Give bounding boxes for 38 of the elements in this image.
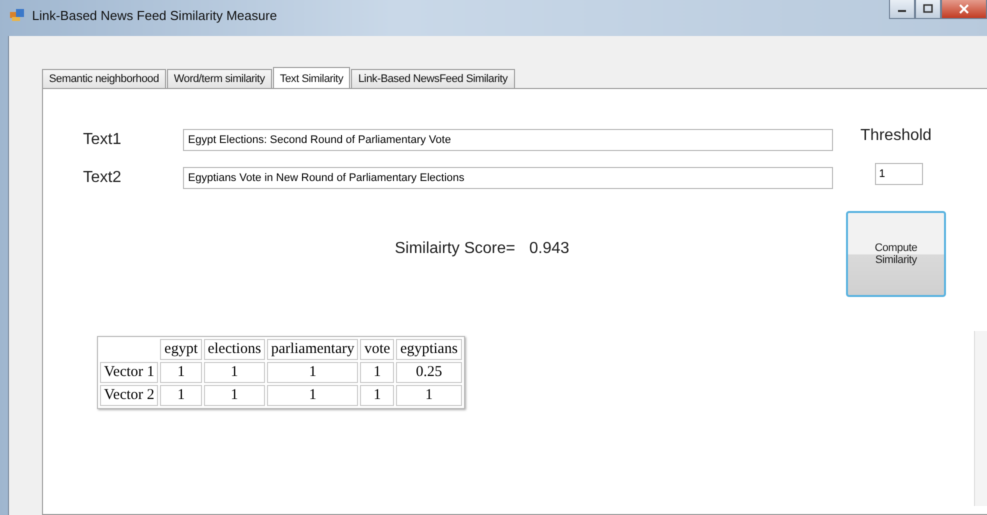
table-cell: 1: [360, 385, 394, 406]
table-cell: 1: [160, 385, 202, 406]
table-cell: 1: [160, 362, 202, 383]
tab[interactable]: Link-Based NewsFeed Similarity: [351, 69, 515, 88]
row-header: Vector 1: [100, 362, 158, 383]
table-cell: 1: [396, 385, 462, 406]
field-label: Text1: [83, 130, 122, 148]
app-icon: [10, 9, 24, 21]
threshold-label: Threshold: [860, 127, 932, 145]
window-title: Link-Based News Feed Similarity Measure: [32, 8, 277, 22]
column-header: vote: [360, 339, 394, 360]
column-header: elections: [204, 339, 266, 360]
row-header: Vector 2: [100, 385, 158, 406]
maximize-button[interactable]: [915, 0, 941, 19]
field-label: Text2: [83, 168, 122, 186]
table-cell: 1: [267, 362, 358, 383]
score-label: Similairty Score=: [394, 240, 516, 258]
table-cell: 0.25: [396, 362, 462, 383]
table-cell: 1: [360, 362, 394, 383]
close-button[interactable]: [941, 0, 987, 19]
table-cell: 1: [204, 385, 266, 406]
table-cell: 1: [204, 362, 266, 383]
score-value: 0.943: [529, 240, 570, 258]
tab[interactable]: Text Similarity: [272, 67, 350, 89]
close-icon: [958, 4, 970, 14]
column-header: egypt: [160, 339, 202, 360]
compute-similarity-button[interactable]: Compute Similarity: [846, 211, 946, 297]
threshold-field[interactable]: 1: [875, 163, 923, 185]
table-cell: 1: [267, 385, 358, 406]
maximize-icon: [922, 4, 934, 14]
minimize-button[interactable]: [889, 0, 915, 19]
tab[interactable]: Semantic neighborhood: [42, 69, 166, 88]
column-header: parliamentary: [267, 339, 358, 360]
text-field[interactable]: Egyptians Vote in New Round of Parliamentary Elections: [183, 166, 833, 188]
scrollbar[interactable]: [974, 331, 987, 506]
text-field[interactable]: Egypt Elections: Second Round of Parliamentary Vote: [183, 128, 833, 150]
column-header: egyptians: [396, 339, 462, 360]
tab[interactable]: Word/term similarity: [166, 69, 272, 88]
